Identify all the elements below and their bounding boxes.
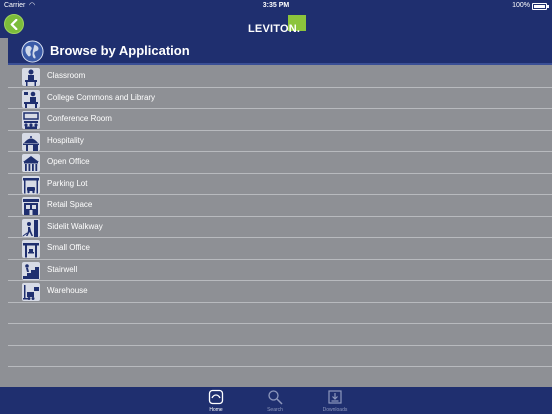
tab-search[interactable]: Search <box>255 389 295 413</box>
item-label: Sidelit Walkway <box>47 221 103 231</box>
tab-label: Downloads <box>322 407 348 413</box>
application-list: Classroom College Commons and Library Co… <box>8 66 552 389</box>
list-item-hospitality[interactable]: Hospitality <box>8 131 552 152</box>
item-label: Open Office <box>47 157 90 166</box>
sidelit-walkway-icon <box>22 218 40 237</box>
college-commons-icon <box>22 89 40 108</box>
item-label: Conference Room <box>47 114 112 123</box>
list-item-retail-space[interactable]: Retail Space <box>8 195 552 217</box>
item-label: Classroom <box>47 71 86 80</box>
list-item-open-office[interactable]: Open Office <box>8 152 552 174</box>
battery-percent: 100% <box>512 2 530 9</box>
home-icon <box>208 389 224 405</box>
battery-icon <box>532 3 549 10</box>
tab-downloads[interactable]: Downloads <box>315 389 355 413</box>
list-item-classroom[interactable]: Classroom <box>8 66 552 88</box>
item-label: Retail Space <box>47 200 93 209</box>
chevron-left-icon <box>10 18 17 30</box>
leviton-logo: LEVITON. <box>246 15 306 37</box>
stairwell-icon <box>22 261 40 280</box>
nav-bar: LEVITON. <box>0 12 552 38</box>
parking-lot-icon <box>22 175 40 194</box>
classroom-icon <box>22 68 40 86</box>
logo-text: LEVITON. <box>248 23 301 35</box>
item-label: Small Office <box>47 243 90 252</box>
page-title: Browse by Application <box>50 43 190 58</box>
list-item-small-office[interactable]: Small Office <box>8 238 552 260</box>
item-label: Parking Lot <box>47 178 88 188</box>
item-label: Stairwell <box>47 264 78 274</box>
list-item-conference-room[interactable]: Conference Room <box>8 109 552 131</box>
tab-label: Home <box>209 407 223 413</box>
list-item-parking-lot[interactable]: Parking Lot <box>8 174 552 195</box>
tab-bar: Home Search Downloads <box>0 387 552 414</box>
list-item-stairwell[interactable]: Stairwell <box>8 260 552 281</box>
tab-home[interactable]: Home <box>196 389 236 413</box>
status-time: 3:35 PM <box>262 2 290 9</box>
list-item-college-commons[interactable]: College Commons and Library <box>8 88 552 109</box>
empty-row <box>8 367 552 389</box>
list-item-warehouse[interactable]: Warehouse <box>8 281 552 303</box>
globe-icon <box>21 40 44 63</box>
tab-label: Search <box>267 407 283 413</box>
item-label: Warehouse <box>47 286 88 295</box>
list-item-sidelit-walkway[interactable]: Sidelit Walkway <box>8 217 552 238</box>
section-header: Browse by Application <box>8 38 552 65</box>
empty-row <box>8 324 552 346</box>
empty-row <box>8 303 552 324</box>
warehouse-icon <box>22 283 40 301</box>
search-icon <box>268 390 283 405</box>
item-label: Hospitality <box>47 135 84 145</box>
downloads-icon <box>328 390 342 404</box>
open-office-icon <box>22 154 40 172</box>
empty-row <box>8 346 552 367</box>
conference-room-icon <box>22 111 40 129</box>
retail-space-icon <box>22 197 40 215</box>
status-bar: Carrier ◠ 3:35 PM 100% <box>0 0 552 12</box>
item-label: College Commons and Library <box>47 92 156 102</box>
hospitality-icon <box>22 132 40 151</box>
small-office-icon <box>22 240 40 258</box>
back-button[interactable] <box>4 14 24 34</box>
